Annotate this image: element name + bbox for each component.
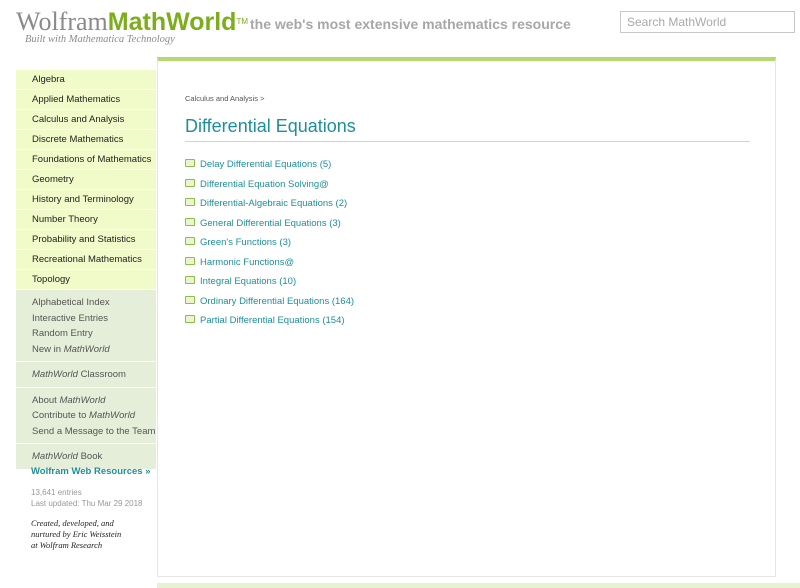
sidebar-item-number-theory[interactable]: Number Theory xyxy=(16,210,156,230)
interactive-entries-link[interactable]: Interactive Entries xyxy=(32,311,156,327)
sidebar-item-probability-and-statistics[interactable]: Probability and Statistics xyxy=(16,230,156,250)
entry-count: 13,641 entries xyxy=(31,488,82,497)
topic-item[interactable]: Integral Equations (10) xyxy=(185,275,354,295)
topic-label: Ordinary Differential Equations (164) xyxy=(200,295,355,307)
topic-item[interactable]: Green's Functions (3) xyxy=(185,236,354,256)
classroom-mathworld-name: MathWorld xyxy=(32,369,78,380)
sidebar-about-group: About MathWorld Contribute to MathWorld … xyxy=(16,387,156,444)
credit-line-3: at Wolfram Research xyxy=(31,540,103,550)
credit-line-1: Created, developed, and xyxy=(31,518,114,528)
author-credit: Created, developed, and nurtured by Eric… xyxy=(16,518,156,551)
book-label: Book xyxy=(77,451,103,462)
contribute-label: Contribute to xyxy=(32,410,90,421)
contribute-mathworld-name: MathWorld xyxy=(89,410,135,421)
topic-item[interactable]: Harmonic Functions@ xyxy=(185,256,354,276)
sidebar-item-calculus-and-analysis[interactable]: Calculus and Analysis xyxy=(16,110,156,130)
search-input[interactable] xyxy=(620,11,795,33)
classroom-label: Classroom xyxy=(77,369,126,380)
sidebar-item-algebra[interactable]: Algebra xyxy=(16,70,156,90)
wolfram-web-resources-link[interactable]: Wolfram Web Resources » xyxy=(16,466,156,477)
new-in-mathworld-link[interactable]: New in MathWorld xyxy=(32,342,156,358)
folder-icon xyxy=(185,198,195,207)
folder-icon xyxy=(185,178,195,187)
mathworld-book-link[interactable]: MathWorld Book xyxy=(32,449,156,465)
site-stats: 13,641 entries Last updated: Thu Mar 29 … xyxy=(16,487,156,509)
folder-icon xyxy=(185,217,195,226)
alphabetical-index-link[interactable]: Alphabetical Index xyxy=(32,295,156,311)
sidebar-item-discrete-mathematics[interactable]: Discrete Mathematics xyxy=(16,130,156,150)
topic-label: Delay Differential Equations (5) xyxy=(200,159,332,170)
book-mathworld-name: MathWorld xyxy=(32,451,78,462)
last-updated: Last updated: Thu Mar 29 2018 xyxy=(31,499,143,508)
category-list: Algebra Applied Mathematics Calculus and… xyxy=(16,70,156,290)
logo-trademark: TM xyxy=(236,17,249,26)
folder-icon xyxy=(185,237,195,246)
topic-item[interactable]: General Differential Equations (3) xyxy=(185,217,354,237)
site-logo[interactable]: WolframMathWorldTM xyxy=(16,7,249,37)
about-mathworld-name: MathWorld xyxy=(59,394,106,406)
sidebar: Algebra Applied Mathematics Calculus and… xyxy=(16,70,156,470)
topic-label: Differential Equation Solving@ xyxy=(200,178,329,190)
breadcrumb: Calculus and Analysis > xyxy=(185,94,264,103)
topic-item[interactable]: Delay Differential Equations (5) xyxy=(185,158,354,178)
folder-icon xyxy=(185,159,195,168)
main-content: Calculus and Analysis > Differential Equ… xyxy=(157,57,776,577)
topic-item[interactable]: Partial Differential Equations (154) xyxy=(185,314,354,334)
topic-label: Differential-Algebraic Equations (2) xyxy=(200,198,348,209)
about-mathworld-link[interactable]: About MathWorld xyxy=(32,393,156,409)
folder-icon xyxy=(185,256,195,265)
topic-label: Green's Functions (3) xyxy=(200,237,292,248)
sidebar-item-geometry[interactable]: Geometry xyxy=(16,170,156,190)
site-header: WolframMathWorldTM the web's most extens… xyxy=(0,0,800,56)
send-message-link[interactable]: Send a Message to the Team xyxy=(32,424,156,440)
folder-icon xyxy=(185,295,195,304)
topic-label: Harmonic Functions@ xyxy=(200,256,295,268)
footer-bar xyxy=(157,583,800,588)
new-in-mathworld-name: MathWorld xyxy=(63,343,110,355)
topic-label: Integral Equations (10) xyxy=(200,276,297,287)
folder-icon xyxy=(185,276,195,285)
sidebar-item-foundations-of-mathematics[interactable]: Foundations of Mathematics xyxy=(16,150,156,170)
topic-label: Partial Differential Equations (154) xyxy=(200,315,345,326)
topic-list: Delay Differential Equations (5) Differe… xyxy=(185,158,354,334)
random-entry-link[interactable]: Random Entry xyxy=(32,326,156,342)
topic-label: General Differential Equations (3) xyxy=(200,217,341,229)
page-title: Differential Equations xyxy=(185,116,356,136)
mathworld-classroom-link[interactable]: MathWorld Classroom xyxy=(32,367,156,383)
sidebar-item-applied-mathematics[interactable]: Applied Mathematics xyxy=(16,90,156,110)
site-tagline: the web's most extensive mathematics res… xyxy=(250,16,571,32)
topic-item[interactable]: Ordinary Differential Equations (164) xyxy=(185,295,354,315)
sidebar-browse-group: Alphabetical Index Interactive Entries R… xyxy=(16,290,156,362)
title-divider xyxy=(185,141,750,142)
topic-item[interactable]: Differential Equation Solving@ xyxy=(185,178,354,198)
credit-line-2: nurtured by Eric Weisstein xyxy=(31,529,122,539)
folder-icon xyxy=(185,315,195,324)
contribute-link[interactable]: Contribute to MathWorld xyxy=(32,408,156,424)
sidebar-footer: Wolfram Web Resources » 13,641 entries L… xyxy=(16,466,156,551)
sidebar-item-topology[interactable]: Topology xyxy=(16,270,156,290)
topic-item[interactable]: Differential-Algebraic Equations (2) xyxy=(185,197,354,217)
sidebar-item-recreational-mathematics[interactable]: Recreational Mathematics xyxy=(16,250,156,270)
new-in-label: New in xyxy=(32,343,64,355)
breadcrumb-calculus-and-analysis[interactable]: Calculus and Analysis xyxy=(185,94,258,103)
sidebar-item-history-and-terminology[interactable]: History and Terminology xyxy=(16,190,156,210)
logo-wolfram: Wolfram xyxy=(16,7,108,36)
breadcrumb-separator: > xyxy=(260,94,265,103)
logo-mathworld: MathWorld xyxy=(107,8,237,36)
sidebar-classroom-group: MathWorld Classroom xyxy=(16,362,156,388)
about-label: About xyxy=(32,394,60,406)
built-with-note: Built with Mathematica Technology xyxy=(25,34,175,45)
